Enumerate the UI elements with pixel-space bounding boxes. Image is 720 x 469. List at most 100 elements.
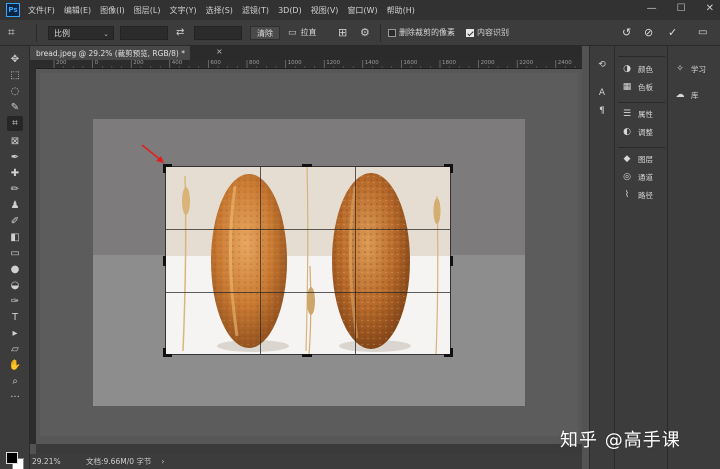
reset-icon[interactable]: ↺ — [622, 26, 636, 40]
menu-edit[interactable]: 编辑(E) — [64, 5, 91, 16]
ruler-label: 800 — [249, 60, 260, 66]
gradient-tool-icon[interactable]: ▭ — [7, 246, 23, 261]
straighten-button[interactable]: ▭ 拉直 — [288, 26, 328, 40]
layers-panel-icon: ◆ — [623, 154, 631, 164]
cancel-icon[interactable]: ⊘ — [644, 26, 658, 40]
hand-tool-icon[interactable]: ✋ — [7, 358, 23, 373]
ruler-label: 0 — [94, 60, 99, 66]
ruler-label: 1600 — [403, 60, 418, 66]
frame-tool-icon[interactable]: ⊠ — [7, 134, 23, 149]
content-aware-checkbox[interactable]: 内容识别 — [466, 26, 509, 40]
stamp-tool-icon[interactable]: ♟ — [7, 198, 23, 213]
eyedropper-tool-icon[interactable]: ✒ — [7, 150, 23, 165]
menu-image[interactable]: 图像(I) — [100, 5, 125, 16]
crop-handle-bottom[interactable] — [302, 354, 312, 357]
crop-grid-line — [355, 166, 356, 355]
clear-button[interactable]: 清除 — [250, 26, 280, 40]
minimize-icon[interactable]: — — [647, 3, 657, 14]
crop-settings-gear-icon[interactable]: ⚙ — [360, 26, 374, 40]
crop-handle-right[interactable] — [450, 256, 453, 266]
document-tab[interactable]: bread.jpeg @ 29.2% (裁剪预览, RGB/8) * — [30, 46, 190, 60]
marquee-tool-icon[interactable]: ⬚ — [7, 68, 23, 83]
close-icon[interactable]: ✕ — [706, 3, 714, 14]
panel-group-color — [618, 56, 665, 57]
chevron-down-icon: ⌄ — [103, 30, 109, 38]
ruler-label: 200 — [133, 60, 144, 66]
horizontal-scrollbar[interactable] — [36, 444, 582, 454]
menu-type[interactable]: 文字(Y) — [169, 5, 196, 16]
bread-illustration — [165, 166, 451, 355]
zoom-tool-icon[interactable]: ⌕ — [7, 374, 23, 389]
panel-swatches[interactable]: ▦ 色板 — [621, 80, 653, 94]
width-input[interactable] — [120, 26, 168, 40]
panel-color[interactable]: ◑ 颜色 — [621, 62, 653, 76]
panel-paths[interactable]: ⌇ 路径 — [621, 188, 653, 202]
dodge-tool-icon[interactable]: ◒ — [7, 278, 23, 293]
swap-icon[interactable]: ⇄ — [176, 26, 190, 40]
panel-layers[interactable]: ◆ 图层 — [621, 152, 653, 166]
panel-channels[interactable]: ◎ 通道 — [621, 170, 653, 184]
menu-window[interactable]: 窗口(W) — [347, 5, 377, 16]
path-select-tool-icon[interactable]: ▸ — [7, 326, 23, 341]
quick-select-tool-icon[interactable]: ✎ — [7, 100, 23, 115]
crop-handle-bottom-left[interactable] — [163, 348, 166, 357]
commit-check-icon[interactable]: ✓ — [668, 26, 682, 40]
panel-learn[interactable]: ✧ 学习 — [674, 62, 706, 76]
delete-cropped-checkbox[interactable]: 删除裁剪的像素 — [388, 26, 455, 40]
zoom-level[interactable]: 29.21% — [32, 457, 82, 466]
menu-file[interactable]: 文件(F) — [28, 5, 55, 16]
overlay-grid-icon[interactable]: ⊞ — [338, 26, 352, 40]
pen-tool-icon[interactable]: ✑ — [7, 294, 23, 309]
crop-tool-icon[interactable]: ⌗ — [7, 116, 23, 131]
toolbar: ✥ ⬚ ◌ ✎ ⌗ ⊠ ✒ ✚ ✏ ♟ ✐ ◧ ▭ ● ◒ ✑ T ▸ ▱ ✋ ⌕ ··· — [0, 46, 30, 469]
menu-layer[interactable]: 图层(L) — [134, 5, 161, 16]
menu-3d[interactable]: 3D(D) — [278, 6, 302, 15]
crop-handle-top-right[interactable] — [450, 164, 453, 173]
panel-libraries[interactable]: ☁ 库 — [674, 88, 699, 102]
foreground-color-swatch[interactable] — [6, 452, 18, 464]
crop-handle-top[interactable] — [302, 164, 312, 167]
canvas-area[interactable] — [36, 69, 582, 444]
paths-panel-icon: ⌇ — [624, 190, 630, 200]
maximize-icon[interactable]: ☐ — [677, 3, 686, 14]
menu-select[interactable]: 选择(S) — [206, 5, 233, 16]
history-brush-tool-icon[interactable]: ✐ — [7, 214, 23, 229]
healing-brush-tool-icon[interactable]: ✚ — [7, 166, 23, 181]
ruler-label: 600 — [210, 60, 221, 66]
straighten-icon: ▭ — [288, 28, 297, 38]
blur-tool-icon[interactable]: ● — [7, 262, 23, 277]
menu-filter[interactable]: 滤镜(T) — [242, 5, 269, 16]
crop-handle-left[interactable] — [163, 256, 166, 266]
ruler-label: 1800 — [442, 60, 456, 66]
lasso-tool-icon[interactable]: ◌ — [7, 84, 23, 99]
options-bar: ⌗ 比例 ⌄ ⇄ 清除 ▭ 拉直 ⊞ ⚙ 删除裁剪的像素 内容识别 ↺ ⊘ ✓ ▭ — [0, 20, 720, 46]
menu-view[interactable]: 视图(V) — [311, 5, 339, 16]
type-tool-icon[interactable]: T — [7, 310, 23, 325]
height-input[interactable] — [194, 26, 242, 40]
more-tools-icon[interactable]: ··· — [7, 390, 23, 405]
crop-grid-line — [260, 166, 261, 355]
panel-adjustments[interactable]: ◐ 调整 — [621, 125, 653, 139]
eraser-tool-icon[interactable]: ◧ — [7, 230, 23, 245]
ratio-select[interactable]: 比例 ⌄ — [48, 26, 114, 40]
crop-preset-icon[interactable]: ⌗ — [8, 25, 26, 41]
status-menu-arrow-icon[interactable]: › — [161, 457, 164, 466]
brush-tool-icon[interactable]: ✏ — [7, 182, 23, 197]
crop-grid-line — [165, 292, 451, 293]
crop-grid-line — [165, 229, 451, 230]
history-panel-icon[interactable]: ⟲ — [596, 60, 608, 70]
shape-tool-icon[interactable]: ▱ — [7, 342, 23, 357]
character-panel-icon[interactable]: A — [596, 88, 608, 98]
move-tool-icon[interactable]: ✥ — [7, 52, 23, 67]
workspace-icon[interactable]: ▭ — [698, 26, 712, 40]
menu-help[interactable]: 帮助(H) — [387, 5, 415, 16]
crop-handle-bottom-right[interactable] — [450, 348, 453, 357]
panel-properties[interactable]: ☰ 属性 — [621, 107, 653, 121]
paragraph-panel-icon[interactable]: ¶ — [596, 106, 608, 116]
learn-panel-column: ✧ 学习 ☁ 库 — [667, 46, 720, 469]
checkbox-unchecked — [388, 28, 396, 37]
ruler-label: 400 — [171, 60, 183, 66]
tab-close-icon[interactable]: × — [216, 47, 223, 56]
ruler-label: 1000 — [287, 60, 302, 66]
libraries-panel-icon: ☁ — [675, 90, 685, 100]
